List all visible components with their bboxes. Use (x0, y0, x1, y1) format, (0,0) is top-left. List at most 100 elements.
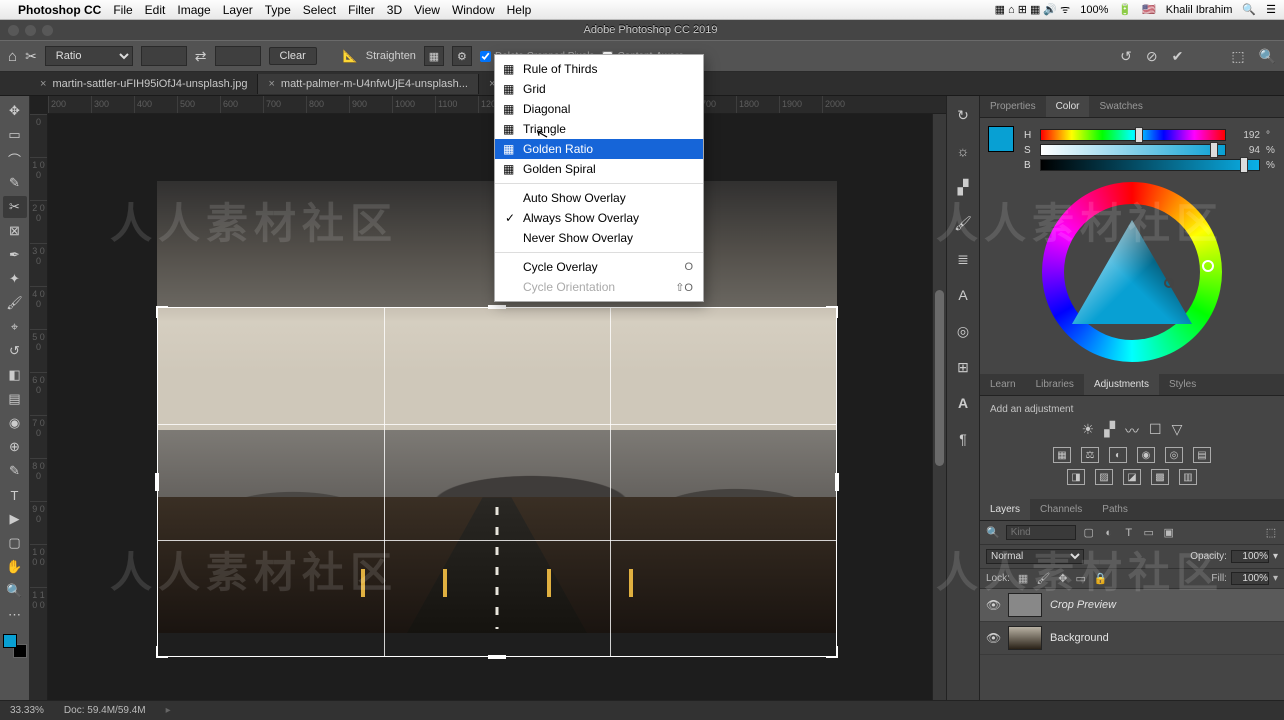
layer-thumbnail[interactable] (1008, 593, 1042, 617)
foreground-color-swatch[interactable] (988, 126, 1014, 152)
color-swatches[interactable] (3, 634, 27, 658)
move-tool[interactable]: ✥ (3, 100, 27, 122)
shape-tool[interactable]: ▢ (3, 532, 27, 554)
pen-tool[interactable]: ✎ (3, 460, 27, 482)
commit-crop-icon[interactable]: ✔ (1172, 48, 1184, 65)
blur-tool[interactable]: ◉ (3, 412, 27, 434)
home-icon[interactable]: ⌂ (8, 48, 17, 65)
paragraph-styles-panel-icon[interactable]: ¶ (954, 430, 972, 448)
panel-tab-paths[interactable]: Paths (1092, 499, 1138, 520)
share-icon[interactable]: ⬚ (1231, 48, 1244, 65)
opacity-dropdown-icon[interactable]: ▾ (1273, 551, 1278, 562)
crop-handle-r[interactable] (835, 473, 839, 491)
menu-image[interactable]: Image (177, 3, 210, 17)
crop-height-input[interactable] (215, 46, 261, 66)
lock-image-icon[interactable]: 🖌 (1036, 572, 1050, 585)
close-tab-icon[interactable]: × (40, 78, 46, 90)
layer-filter-input[interactable] (1006, 525, 1076, 540)
type-tool[interactable]: T (3, 484, 27, 506)
ruler-vertical[interactable]: 01 0 02 0 03 0 04 0 05 0 06 0 07 0 08 0 … (30, 114, 48, 700)
path-select-tool[interactable]: ▶ (3, 508, 27, 530)
eraser-tool[interactable]: ◧ (3, 364, 27, 386)
color-lookup-icon[interactable]: ▤ (1193, 447, 1211, 463)
color-balance-icon[interactable]: ⚖ (1081, 447, 1099, 463)
document-tab[interactable]: ×martin-sattler-uFIH95iOfJ4-unsplash.jpg (30, 74, 258, 94)
crop-handle-tr[interactable] (826, 306, 838, 318)
lock-artboard-icon[interactable]: ▭ (1076, 572, 1086, 585)
layer-visibility-icon[interactable]: 👁 (986, 631, 1000, 645)
crop-handle-t[interactable] (488, 305, 506, 309)
overlay-option-golden-spiral[interactable]: ▦Golden Spiral (495, 159, 703, 179)
lasso-tool[interactable]: ⌒ (3, 148, 27, 170)
history-brush-tool[interactable]: ↺ (3, 340, 27, 362)
selective-color-icon[interactable]: ▩ (1151, 469, 1169, 485)
lock-transparency-icon[interactable]: ▦ (1018, 572, 1028, 585)
marquee-tool[interactable]: ▭ (3, 124, 27, 146)
zoom-tool[interactable]: 🔍 (3, 580, 27, 602)
filter-shape-icon[interactable]: ▭ (1142, 526, 1156, 540)
menu-view[interactable]: View (414, 3, 440, 17)
posterize-icon[interactable]: ▨ (1095, 469, 1113, 485)
document-tab[interactable]: ×matt-palmer-m-U4nfwUjE4-unsplash... (258, 74, 479, 94)
brush-tool[interactable]: 🖌 (3, 292, 27, 314)
photo-filter-icon[interactable]: ◉ (1137, 447, 1155, 463)
crop-handle-b[interactable] (488, 655, 506, 659)
saturation-slider[interactable] (1040, 144, 1226, 156)
user-name[interactable]: Khalil Ibrahim (1166, 4, 1233, 16)
layer-thumbnail[interactable] (1008, 626, 1042, 650)
lock-position-icon[interactable]: ✥ (1058, 572, 1067, 585)
levels-icon[interactable]: ▞ (1104, 421, 1115, 441)
crop-handle-bl[interactable] (156, 646, 168, 658)
zoom-level[interactable]: 33.33% (10, 705, 44, 716)
clear-button[interactable]: Clear (269, 47, 317, 65)
opacity-input[interactable] (1231, 550, 1269, 563)
glyphs-panel-icon[interactable]: ⊞ (954, 358, 972, 376)
menu-filter[interactable]: Filter (348, 3, 375, 17)
info-panel-icon[interactable]: ◎ (954, 322, 972, 340)
menu-edit[interactable]: Edit (145, 3, 166, 17)
fill-dropdown-icon[interactable]: ▾ (1273, 573, 1278, 584)
overlay-option-always-show-overlay[interactable]: Always Show Overlay (495, 208, 703, 228)
paragraph-panel-icon[interactable]: ≣ (954, 250, 972, 268)
color-wheel[interactable] (1042, 182, 1222, 362)
overlay-option-diagonal[interactable]: ▦Diagonal (495, 99, 703, 119)
brush-panel-icon[interactable]: 🖌 (954, 214, 972, 232)
overlay-option-golden-ratio[interactable]: ▦Golden Ratio (495, 139, 703, 159)
panel-tab-adjustments[interactable]: Adjustments (1084, 374, 1159, 395)
doc-size[interactable]: Doc: 59.4M/59.4M (64, 705, 146, 716)
spotlight-icon[interactable]: 🔍 (1242, 3, 1256, 16)
histogram-panel-icon[interactable]: ▞ (954, 178, 972, 196)
type-styles-panel-icon[interactable]: A (954, 394, 972, 412)
bw-icon[interactable]: ◐ (1109, 447, 1127, 463)
menu-type[interactable]: Type (265, 3, 291, 17)
healing-tool[interactable]: ✦ (3, 268, 27, 290)
eyedropper-tool[interactable]: ✒ (3, 244, 27, 266)
gradient-tool[interactable]: ▤ (3, 388, 27, 410)
brightness-slider[interactable] (1040, 159, 1260, 171)
gradient-map-icon[interactable]: ▥ (1179, 469, 1197, 485)
vertical-scrollbar[interactable] (932, 114, 946, 700)
close-tab-icon[interactable]: × (268, 78, 274, 90)
overlay-settings-button[interactable]: ⚙ (452, 46, 472, 66)
overlay-option-never-show-overlay[interactable]: Never Show Overlay (495, 228, 703, 248)
frame-tool[interactable]: ⊠ (3, 220, 27, 242)
hue-slider[interactable] (1040, 129, 1226, 141)
filter-pixel-icon[interactable]: ▢ (1082, 526, 1096, 540)
notification-icon[interactable]: ☰ (1266, 3, 1276, 16)
edit-toolbar[interactable]: ⋯ (3, 604, 27, 626)
menu-layer[interactable]: Layer (223, 3, 253, 17)
hand-tool[interactable]: ✋ (3, 556, 27, 578)
panel-tab-properties[interactable]: Properties (980, 96, 1046, 117)
cancel-crop-icon[interactable]: ⊘ (1146, 48, 1158, 65)
search-icon[interactable]: 🔍 (1259, 48, 1276, 65)
channel-mixer-icon[interactable]: ◎ (1165, 447, 1183, 463)
exposure-icon[interactable]: ☐ (1149, 421, 1162, 441)
saturation-value[interactable]: 94 (1232, 145, 1260, 156)
crop-preset-select[interactable]: Ratio (45, 46, 133, 66)
clone-tool[interactable]: ⌖ (3, 316, 27, 338)
straighten-label[interactable]: Straighten (366, 50, 416, 62)
quick-select-tool[interactable]: ✎ (3, 172, 27, 194)
menu-file[interactable]: File (113, 3, 132, 17)
hue-sat-icon[interactable]: ▦ (1053, 447, 1071, 463)
app-name[interactable]: Photoshop CC (18, 3, 101, 17)
